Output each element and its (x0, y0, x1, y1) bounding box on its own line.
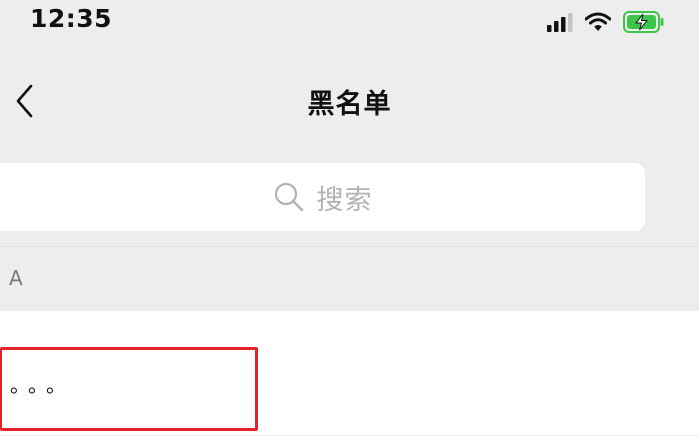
list-item[interactable]: 。。。 (0, 347, 699, 435)
wifi-icon (585, 12, 611, 31)
list-divider (0, 435, 699, 436)
page-title: 黑名单 (307, 89, 392, 120)
signal-icon (547, 13, 573, 32)
contact-name: 。。。 (10, 373, 74, 397)
status-bar: 12:35 (0, 0, 699, 46)
search-icon (274, 182, 303, 212)
divider (0, 246, 699, 247)
status-time: 12:35 (30, 4, 113, 33)
blacklist-screen: 12:35 黑名单 搜索 A 。。。 (0, 0, 699, 446)
battery-charging-icon (623, 11, 664, 33)
nav-bar: 黑名单 (0, 60, 699, 144)
blacklist-list: 。。。 (0, 311, 699, 446)
search-input[interactable]: 搜索 (0, 163, 645, 231)
status-icons (547, 10, 665, 34)
search-placeholder: 搜索 (316, 184, 373, 216)
section-header: A (9, 266, 23, 290)
